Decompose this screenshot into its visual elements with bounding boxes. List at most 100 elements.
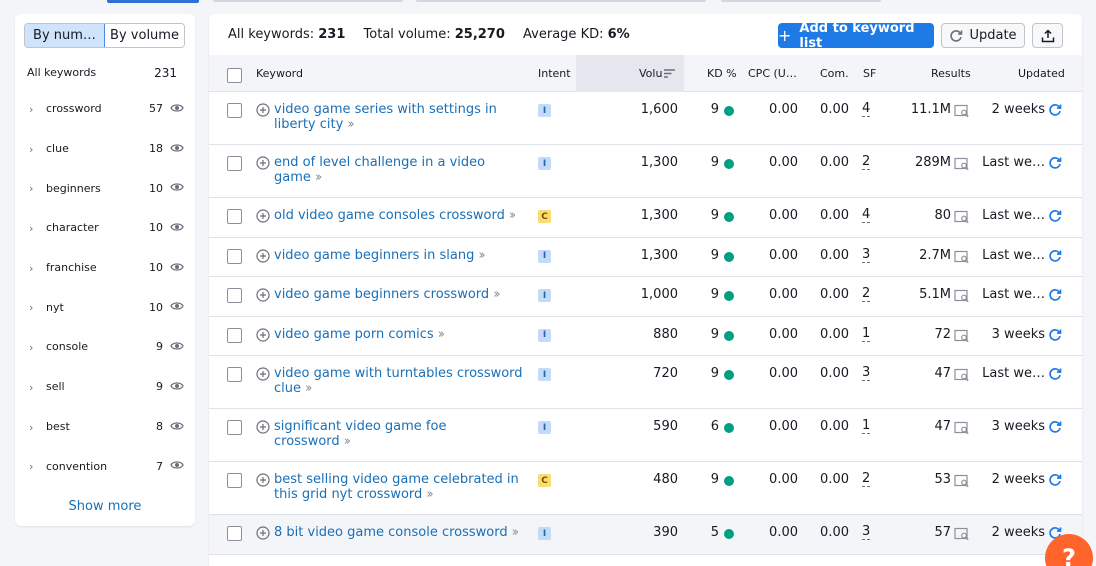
eye-icon[interactable]	[170, 102, 184, 114]
row-checkbox[interactable]	[227, 248, 242, 264]
chevron-right-icon[interactable]: ›	[29, 262, 37, 275]
add-keyword-icon[interactable]	[256, 156, 270, 170]
keyword-link[interactable]: end of level challenge in a video game ››	[274, 155, 524, 185]
serp-features-count[interactable]: 3	[862, 525, 871, 540]
chevron-right-icon[interactable]: ›	[29, 301, 37, 314]
serp-preview-icon[interactable]	[954, 210, 970, 224]
double-chevron-icon[interactable]: ››	[347, 117, 355, 132]
row-checkbox[interactable]	[227, 420, 242, 435]
chevron-right-icon[interactable]: ›	[29, 182, 37, 195]
select-all-checkbox[interactable]	[227, 68, 242, 83]
column-intent[interactable]: Intent	[538, 67, 571, 80]
double-chevron-icon[interactable]: ››	[478, 248, 486, 263]
keyword-link[interactable]: old video game consoles crossword ››	[274, 208, 524, 223]
sidebar-group-8[interactable]: › best 8	[15, 407, 195, 447]
serp-preview-icon[interactable]	[954, 329, 970, 343]
serp-features-count[interactable]: 3	[862, 366, 871, 381]
refresh-icon[interactable]	[1048, 473, 1062, 487]
refresh-icon[interactable]	[1048, 103, 1062, 117]
double-chevron-icon[interactable]: ››	[512, 525, 520, 540]
serp-preview-icon[interactable]	[954, 250, 970, 264]
column-updated[interactable]: Updated	[1018, 67, 1065, 80]
eye-icon[interactable]	[170, 420, 184, 432]
column-results[interactable]: Results	[931, 67, 971, 80]
sidebar-group-1[interactable]: › clue 18	[15, 129, 195, 169]
all-keywords-group[interactable]: All keywords 231	[27, 66, 177, 80]
double-chevron-icon[interactable]: ››	[493, 287, 501, 302]
keyword-link[interactable]: video game with turntables crossword clu…	[274, 366, 524, 396]
column-volume[interactable]: Volu	[639, 67, 662, 80]
double-chevron-icon[interactable]: ››	[426, 487, 434, 502]
serp-preview-icon[interactable]	[954, 104, 970, 118]
add-to-keyword-list-button[interactable]: + Add to keyword list	[778, 21, 934, 51]
add-keyword-icon[interactable]	[256, 103, 270, 117]
chevron-right-icon[interactable]: ›	[29, 143, 37, 156]
serp-features-count[interactable]: 1	[862, 419, 871, 434]
serp-features-count[interactable]: 4	[862, 208, 871, 223]
refresh-icon[interactable]	[1048, 288, 1062, 302]
add-keyword-icon[interactable]	[256, 420, 270, 434]
refresh-icon[interactable]	[1048, 249, 1062, 263]
sidebar-group-9[interactable]: › convention 7	[15, 446, 195, 486]
refresh-icon[interactable]	[1048, 209, 1062, 223]
serp-preview-icon[interactable]	[954, 368, 970, 382]
row-checkbox[interactable]	[227, 526, 242, 541]
refresh-icon[interactable]	[1048, 420, 1062, 434]
row-checkbox[interactable]	[227, 156, 242, 171]
eye-icon[interactable]	[170, 380, 184, 392]
eye-icon[interactable]	[170, 459, 184, 471]
double-chevron-icon[interactable]: ››	[509, 208, 517, 223]
refresh-icon[interactable]	[1048, 367, 1062, 381]
chevron-right-icon[interactable]: ›	[29, 341, 37, 354]
eye-icon[interactable]	[170, 221, 184, 233]
serp-features-count[interactable]: 2	[862, 287, 871, 302]
keyword-link[interactable]: video game beginners crossword ››	[274, 287, 524, 302]
chevron-right-icon[interactable]: ›	[29, 222, 37, 235]
row-checkbox[interactable]	[227, 327, 242, 343]
keyword-link[interactable]: video game porn comics ››	[274, 327, 524, 342]
double-chevron-icon[interactable]: ››	[344, 434, 352, 449]
update-button[interactable]: Update	[941, 23, 1025, 48]
refresh-icon[interactable]	[1048, 328, 1062, 342]
add-keyword-icon[interactable]	[256, 473, 270, 487]
keyword-link[interactable]: best selling video game celebrated in th…	[274, 472, 524, 502]
row-checkbox[interactable]	[227, 473, 242, 488]
row-checkbox[interactable]	[227, 103, 242, 118]
keyword-link[interactable]: significant video game foe crossword ››	[274, 419, 524, 449]
sort-by-volume-button[interactable]: By volume	[105, 24, 184, 47]
eye-icon[interactable]	[170, 300, 184, 312]
show-more-link[interactable]: Show more	[15, 499, 195, 514]
eye-icon[interactable]	[170, 261, 184, 273]
column-sf[interactable]: SF	[863, 67, 876, 80]
sort-by-number-button[interactable]: By num…	[25, 24, 105, 47]
sidebar-group-2[interactable]: › beginners 10	[15, 168, 195, 208]
add-keyword-icon[interactable]	[256, 288, 270, 302]
serp-preview-icon[interactable]	[954, 421, 970, 435]
serp-preview-icon[interactable]	[954, 157, 970, 171]
sidebar-group-3[interactable]: › character 10	[15, 208, 195, 248]
add-keyword-icon[interactable]	[256, 327, 270, 342]
add-keyword-icon[interactable]	[256, 209, 270, 223]
add-keyword-icon[interactable]	[256, 526, 270, 540]
refresh-icon[interactable]	[1048, 156, 1062, 170]
eye-icon[interactable]	[170, 142, 184, 154]
add-keyword-icon[interactable]	[256, 248, 270, 263]
sidebar-group-4[interactable]: › franchise 10	[15, 248, 195, 288]
serp-preview-icon[interactable]	[954, 474, 970, 488]
serp-preview-icon[interactable]	[954, 527, 970, 541]
column-cpc[interactable]: CPC (U…	[748, 67, 797, 80]
add-keyword-icon[interactable]	[256, 367, 270, 381]
row-checkbox[interactable]	[227, 209, 242, 224]
sidebar-group-5[interactable]: › nyt 10	[15, 287, 195, 327]
column-kd[interactable]: KD %	[707, 67, 737, 80]
eye-icon[interactable]	[170, 181, 184, 193]
double-chevron-icon[interactable]: ››	[315, 170, 323, 185]
chevron-right-icon[interactable]: ›	[29, 421, 37, 434]
chevron-right-icon[interactable]: ›	[29, 460, 37, 473]
eye-icon[interactable]	[170, 340, 184, 352]
serp-features-count[interactable]: 2	[862, 155, 871, 170]
row-checkbox[interactable]	[227, 367, 242, 382]
sidebar-group-7[interactable]: › sell 9	[15, 367, 195, 407]
sort-descending-icon[interactable]	[664, 69, 675, 78]
column-com[interactable]: Com.	[820, 67, 849, 80]
